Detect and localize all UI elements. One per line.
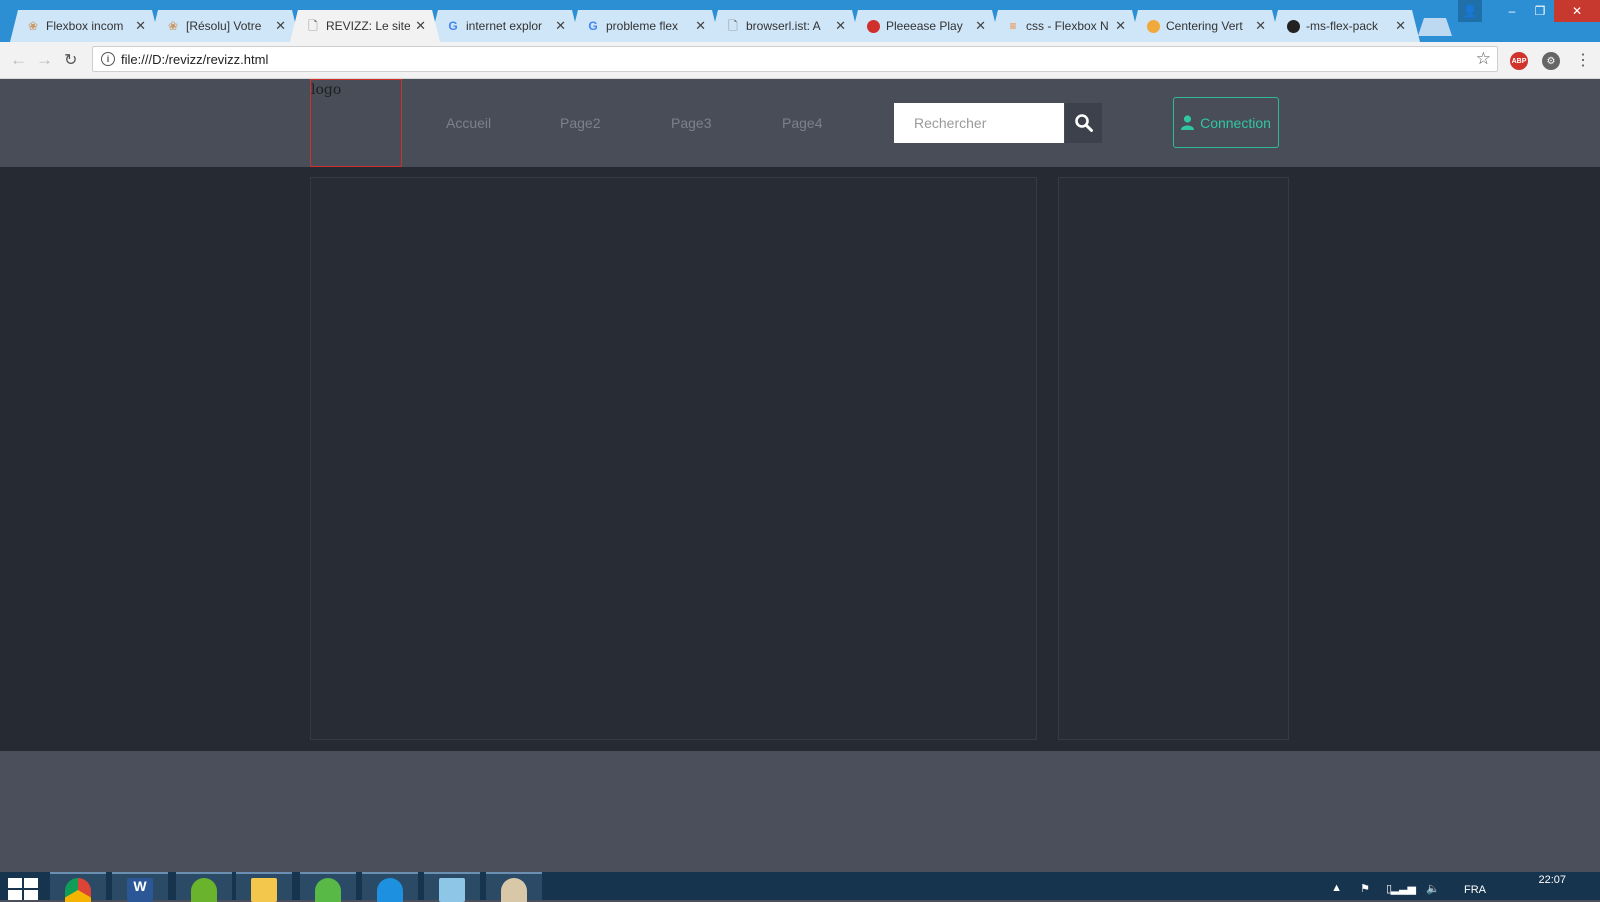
search-icon [1074, 114, 1093, 132]
browser-tab[interactable]: 🗋 browserl.ist: A ✕ [710, 10, 860, 42]
browser-tab[interactable]: G probleme flex ✕ [570, 10, 720, 42]
google-icon: G [448, 19, 458, 33]
close-tab-icon[interactable]: ✕ [275, 18, 286, 34]
extension-icon[interactable]: ⚙ [1542, 52, 1560, 70]
stackoverflow-icon: ≡ [1009, 19, 1017, 33]
close-tab-icon[interactable]: ✕ [1115, 18, 1126, 34]
nav-link-page2[interactable]: Page2 [560, 115, 600, 131]
css-tricks-icon [1146, 19, 1160, 33]
new-tab-button[interactable] [1418, 18, 1452, 36]
flag-icon[interactable]: ⚑ [1360, 882, 1370, 895]
page-viewport: logo Accueil Page2 Page3 Page4 Connectio… [0, 79, 1600, 872]
browser-tab[interactable]: Centering Vert ✕ [1130, 10, 1280, 42]
word-taskbar-icon[interactable]: W [112, 872, 168, 902]
nav-link-page4[interactable]: Page4 [782, 115, 822, 131]
nav-link-page3[interactable]: Page3 [671, 115, 711, 131]
chrome-taskbar-icon[interactable] [50, 872, 106, 902]
menu-dots-icon[interactable]: ⋮ [1575, 50, 1591, 70]
browser-tab[interactable]: G internet explor ✕ [430, 10, 580, 42]
close-tab-icon[interactable]: ✕ [555, 18, 566, 34]
browser-tab[interactable]: ❀ Flexbox incom ✕ [10, 10, 160, 42]
main-content-area [0, 167, 1600, 751]
close-tab-icon[interactable]: ✕ [135, 18, 146, 34]
user-icon [1181, 115, 1195, 130]
reload-icon[interactable]: ↻ [64, 50, 77, 70]
connection-label: Connection [1200, 114, 1271, 131]
page-icon: 🗋 [728, 19, 738, 33]
close-tab-icon[interactable]: ✕ [835, 18, 846, 34]
network-icon[interactable]: ▂▃▅ [1391, 882, 1416, 895]
clock-time[interactable]: 22:07 [1538, 874, 1566, 886]
language-indicator[interactable]: FRA [1464, 884, 1486, 896]
volume-icon[interactable]: 🔈 [1426, 882, 1440, 895]
connection-button[interactable]: Connection [1173, 97, 1279, 148]
browser-tab-strip: ❀ Flexbox incom ✕ ❀ [Résolu] Votre ✕ G i… [0, 0, 1600, 42]
tab-label: [Résolu] Votre [186, 19, 262, 33]
browser-tab[interactable]: ❀ [Résolu] Votre ✕ [150, 10, 300, 42]
close-window-icon[interactable]: ✕ [1554, 0, 1600, 22]
red-dot-icon [866, 19, 880, 33]
close-tab-icon[interactable]: ✕ [415, 18, 426, 34]
sidebar-panel [1058, 177, 1289, 740]
search-input[interactable] [894, 103, 1064, 143]
windows-start-icon[interactable] [8, 878, 38, 900]
forward-arrow-icon[interactable]: → [36, 50, 53, 70]
restore-icon[interactable]: ❐ [1526, 0, 1554, 22]
tab-label: REVIZZ: Le site [326, 19, 410, 33]
tab-label: browserl.ist: A [746, 19, 821, 33]
back-arrow-icon[interactable]: ← [10, 50, 27, 70]
browser-tab[interactable]: ≡ css - Flexbox N ✕ [990, 10, 1140, 42]
adblock-icon[interactable]: ABP [1510, 52, 1528, 70]
minimize-icon[interactable]: – [1498, 0, 1526, 22]
google-icon: G [588, 19, 598, 33]
browser-tab-active[interactable]: 🗋 REVIZZ: Le site ✕ [290, 10, 440, 42]
tab-label: probleme flex [606, 19, 679, 33]
search-button[interactable] [1065, 103, 1102, 143]
paint-taskbar-icon[interactable] [486, 872, 542, 902]
notepad-taskbar-icon[interactable] [424, 872, 480, 902]
windows-taskbar: W ▲ ⚑ ▯ ▂▃▅ 🔈 FRA 22:07 [0, 872, 1600, 902]
app-taskbar-icon[interactable] [300, 872, 356, 902]
browser-tab[interactable]: Pleeease Play ✕ [850, 10, 1000, 42]
logo-text: logo [311, 82, 342, 98]
page-icon: 🗋 [308, 19, 318, 33]
utorrent-taskbar-icon[interactable] [176, 872, 232, 902]
tab-label: internet explor [466, 19, 543, 33]
main-panel [310, 177, 1037, 740]
tray-arrow-icon[interactable]: ▲ [1331, 882, 1342, 894]
bookmark-star-icon[interactable]: ☆ [1476, 49, 1491, 69]
close-tab-icon[interactable]: ✕ [1395, 18, 1406, 34]
window-controls: 👤 – ❐ ✕ [1458, 0, 1600, 22]
tab-label: Pleeease Play [886, 19, 963, 33]
file-explorer-taskbar-icon[interactable] [236, 872, 292, 902]
tab-label: Flexbox incom [46, 19, 124, 33]
close-tab-icon[interactable]: ✕ [695, 18, 706, 34]
internet-explorer-taskbar-icon[interactable] [362, 872, 418, 902]
github-icon [1286, 19, 1300, 33]
browser-tab[interactable]: -ms-flex-pack ✕ [1270, 10, 1420, 42]
tab-label: css - Flexbox N [1026, 19, 1109, 33]
tab-label: Centering Vert [1166, 19, 1243, 33]
info-icon[interactable]: i [101, 52, 115, 66]
browser-toolbar: ← → ↻ i file:///D:/revizz/revizz.html ☆ … [0, 42, 1600, 79]
url-text[interactable]: file:///D:/revizz/revizz.html [121, 52, 268, 67]
close-tab-icon[interactable]: ✕ [1255, 18, 1266, 34]
nav-link-accueil[interactable]: Accueil [446, 115, 491, 131]
openclassrooms-icon: ❀ [167, 19, 179, 33]
openclassrooms-icon: ❀ [27, 19, 39, 33]
site-header: logo Accueil Page2 Page3 Page4 Connectio… [0, 79, 1600, 167]
tab-label: -ms-flex-pack [1306, 19, 1379, 33]
profile-icon[interactable]: 👤 [1458, 0, 1482, 22]
close-tab-icon[interactable]: ✕ [975, 18, 986, 34]
address-bar[interactable]: i file:///D:/revizz/revizz.html ☆ [92, 46, 1498, 72]
logo-box[interactable]: logo [310, 79, 402, 167]
